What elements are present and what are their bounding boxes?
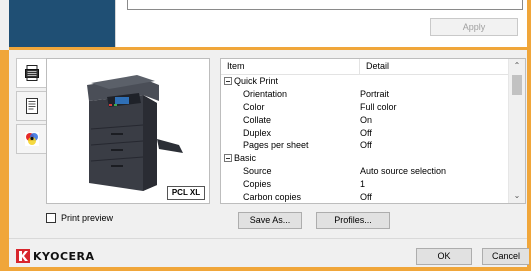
table-row[interactable]: Color Full color	[221, 101, 525, 114]
frame-right	[527, 0, 531, 271]
table-body: Quick Print Orientation Portrait Color Full …	[221, 75, 525, 203]
save-as-button[interactable]: Save As...	[238, 212, 302, 229]
item-cell: Copies	[221, 179, 360, 189]
item-label: Pages per sheet	[243, 140, 309, 151]
frame-bottom	[0, 267, 531, 271]
detail-cell: Full color	[360, 101, 397, 112]
item-cell: Color	[221, 102, 360, 112]
group-row[interactable]: Quick Print	[221, 75, 525, 88]
item-label: Collate	[243, 114, 272, 125]
column-header-item[interactable]: Item	[221, 59, 360, 74]
item-cell: Duplex	[221, 128, 360, 138]
item-label: Copies	[243, 178, 272, 189]
top-text-field[interactable]	[127, 0, 523, 10]
print-preview-checkbox[interactable]	[46, 213, 56, 223]
tab-printer-settings[interactable]	[16, 58, 46, 88]
scroll-down-arrow-icon[interactable]: ⌄	[509, 189, 525, 203]
item-label: Source	[243, 165, 272, 176]
detail-cell: Auto source selection	[360, 165, 447, 176]
detail-cell: On	[360, 114, 373, 125]
item-label: Quick Print	[234, 76, 279, 87]
item-label: Carbon copies	[243, 191, 302, 202]
table-row[interactable]: Carbon copies Off	[221, 190, 525, 203]
header-panel	[9, 0, 115, 50]
frame-top	[9, 47, 531, 50]
frame-left	[0, 50, 9, 271]
item-cell: Quick Print	[221, 76, 360, 86]
detail-cell: Portrait	[360, 89, 390, 100]
ok-button[interactable]: OK	[416, 248, 472, 265]
table-header: Item Detail	[221, 59, 525, 75]
print-preview-label: Print preview	[61, 213, 114, 223]
printer-preview	[46, 58, 210, 204]
table-row[interactable]: Source Auto source selection	[221, 165, 525, 178]
printer-image	[87, 75, 183, 191]
table-row[interactable]: Collate On	[221, 113, 525, 126]
table-row[interactable]: Pages per sheet Off	[221, 139, 525, 152]
item-cell: Source	[221, 166, 360, 176]
collapse-icon[interactable]	[224, 154, 232, 163]
color-icon	[24, 132, 39, 146]
item-cell: Basic	[221, 153, 360, 163]
apply-button[interactable]: Apply	[430, 18, 518, 36]
kyocera-logo-icon	[16, 249, 30, 263]
group-row[interactable]: Basic	[221, 152, 525, 165]
item-cell: Orientation	[221, 89, 360, 99]
item-cell: Carbon copies	[221, 192, 360, 202]
tab-document[interactable]	[16, 91, 46, 121]
footer-divider	[9, 238, 527, 239]
pdl-badge: PCL XL	[167, 186, 205, 200]
tab-color[interactable]	[16, 124, 46, 154]
table-row[interactable]: Duplex Off	[221, 126, 525, 139]
item-cell: Collate	[221, 115, 360, 125]
detail-cell: Off	[360, 140, 372, 151]
window-edge	[0, 0, 9, 50]
print-preview-option[interactable]: Print preview	[46, 213, 113, 223]
side-tabs	[16, 58, 46, 157]
collapse-icon[interactable]	[224, 77, 232, 86]
vertical-scrollbar[interactable]: ⌃ ⌄	[508, 59, 525, 203]
cancel-button[interactable]: Cancel	[482, 248, 529, 265]
item-label: Basic	[234, 153, 257, 164]
settings-summary-table: Item Detail Quick Print Orientation Portra…	[220, 58, 526, 204]
printer-settings-icon	[24, 65, 39, 81]
profiles-button[interactable]: Profiles...	[316, 212, 390, 229]
brand-logo: KYOCERA	[16, 249, 95, 263]
scrollbar-thumb[interactable]	[512, 75, 522, 95]
detail-cell: Off	[360, 191, 372, 202]
table-row[interactable]: Copies 1	[221, 177, 525, 190]
brand-name: KYOCERA	[33, 249, 95, 263]
document-icon	[25, 98, 38, 114]
item-label: Color	[243, 101, 265, 112]
item-cell: Pages per sheet	[221, 140, 360, 150]
detail-cell: Off	[360, 127, 372, 138]
scroll-up-arrow-icon[interactable]: ⌃	[509, 59, 525, 73]
table-row[interactable]: Orientation Portrait	[221, 88, 525, 101]
item-label: Duplex	[243, 127, 272, 138]
item-label: Orientation	[243, 89, 288, 100]
detail-cell: 1	[360, 178, 366, 189]
column-header-detail[interactable]: Detail	[360, 59, 510, 74]
